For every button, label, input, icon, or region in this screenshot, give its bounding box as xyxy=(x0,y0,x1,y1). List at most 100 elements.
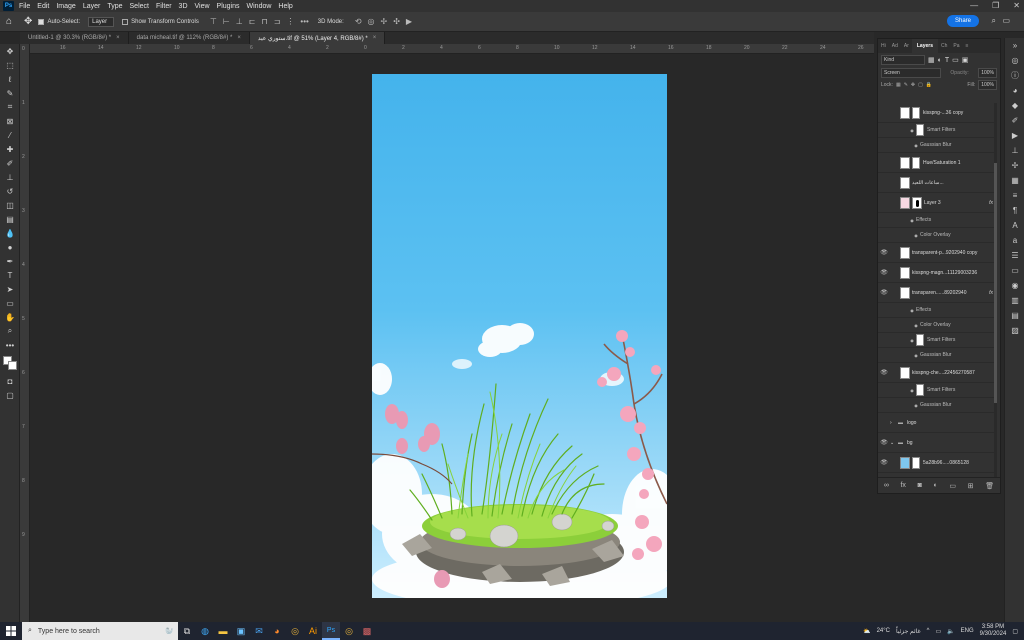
properties-icon[interactable]: ≡ xyxy=(1005,188,1024,203)
effect-eye-icon[interactable]: ◉ xyxy=(912,323,920,328)
visibility-eye-icon[interactable]: 👁 xyxy=(878,127,890,134)
visibility-eye-icon[interactable]: 👁 xyxy=(878,337,890,344)
effect-eye-icon[interactable]: ◉ xyxy=(912,143,920,148)
layer-thumbnail[interactable] xyxy=(900,196,910,209)
notifications-icon[interactable]: ▢ xyxy=(1012,628,1018,635)
illustrator-icon[interactable]: Ai xyxy=(304,622,322,640)
learn-icon[interactable]: ◎ xyxy=(1005,53,1024,68)
layer-group-row[interactable]: 👁 ⌄ ▬ bg xyxy=(878,433,996,453)
layer-mask-thumbnail[interactable] xyxy=(912,156,920,169)
visibility-eye-icon[interactable]: 👁 xyxy=(878,307,890,314)
zoom-tool-icon[interactable]: ⌕ xyxy=(0,324,20,338)
tab-story-eid[interactable]: ستوري عيد.tif @ 51% (Layer 4, RGB/8#) * × xyxy=(249,32,386,44)
layer-row[interactable]: 👁 Layer 3 fx xyxy=(878,193,996,213)
document-canvas[interactable] xyxy=(372,74,667,598)
blur-tool-icon[interactable]: 💧 xyxy=(0,226,20,240)
fx-indicator-icon[interactable]: fx xyxy=(989,200,993,206)
tab-paths[interactable]: Pa xyxy=(950,43,962,49)
layer-effect-row[interactable]: 👁 ◉ Smart Filters xyxy=(878,383,996,398)
3d-icon[interactable]: ◉ xyxy=(1005,278,1024,293)
filter-adjust-icon[interactable]: ◐ xyxy=(938,57,942,64)
firefox-icon[interactable]: ◕ xyxy=(268,622,286,640)
adjustment-layer-icon[interactable]: ◐ xyxy=(933,482,937,489)
adjustments-icon[interactable]: ☰ xyxy=(1005,248,1024,263)
effect-eye-icon[interactable]: ◉ xyxy=(908,128,916,133)
layer-effect-row[interactable]: 👁 ◉Effects xyxy=(878,303,996,318)
menu-type[interactable]: Type xyxy=(107,3,122,10)
visibility-eye-icon[interactable]: 👁 xyxy=(878,159,890,166)
tab-artboards[interactable]: Ar xyxy=(901,43,912,49)
move-tool-icon[interactable]: ✥ xyxy=(0,44,20,58)
visibility-eye-icon[interactable]: 👁 xyxy=(878,199,890,206)
visibility-eye-icon[interactable]: 👁 xyxy=(878,142,890,149)
effect-eye-icon[interactable]: ◉ xyxy=(908,218,916,223)
filter-smart-icon[interactable]: ▣ xyxy=(962,56,969,64)
visibility-eye-icon[interactable]: 👁 xyxy=(878,289,890,296)
weather-temp[interactable]: 24°C xyxy=(877,628,890,634)
visibility-eye-icon[interactable]: 👁 xyxy=(878,322,890,329)
effect-eye-icon[interactable]: ◉ xyxy=(908,388,916,393)
effect-eye-icon[interactable]: ◉ xyxy=(912,353,920,358)
swatches-icon[interactable]: ▦ xyxy=(1005,173,1024,188)
slide-3d-icon[interactable]: ✣ xyxy=(393,17,400,26)
workspace-icon[interactable]: ▭ xyxy=(1002,16,1010,25)
collapse-panels-icon[interactable]: » xyxy=(1005,38,1024,53)
show-transform-checkbox[interactable]: Show Transform Controls xyxy=(122,18,199,25)
hand-tool-icon[interactable]: ✋ xyxy=(0,310,20,324)
minimize-icon[interactable]: — xyxy=(970,1,978,10)
camera-3d-icon[interactable]: ▶ xyxy=(406,17,412,26)
visibility-eye-icon[interactable]: 👁 xyxy=(878,369,890,376)
path-select-tool-icon[interactable]: ➤ xyxy=(0,282,20,296)
effect-eye-icon[interactable]: ◉ xyxy=(912,233,920,238)
crop-tool-icon[interactable]: ⌗ xyxy=(0,100,20,114)
new-group-icon[interactable]: ▭ xyxy=(949,482,956,490)
layer-row[interactable]: 👁 kisspng-che....22456270587 xyxy=(878,363,996,383)
quick-select-tool-icon[interactable]: ✎ xyxy=(0,86,20,100)
layer-row[interactable]: 👁 Hue/Saturation 1 xyxy=(878,153,996,173)
layer-row[interactable]: 👁 ساعات اللعيد... xyxy=(878,173,996,193)
tab-channels[interactable]: Ch xyxy=(938,43,950,49)
align-vcenter-icon[interactable]: ⊢ xyxy=(223,17,230,26)
pen-tool-icon[interactable]: ✒ xyxy=(0,254,20,268)
layer-effect-row[interactable]: 👁 ◉Gaussian Blur xyxy=(878,398,996,413)
layer-effect-row[interactable]: 👁 ◉Effects xyxy=(878,213,996,228)
menu-layer[interactable]: Layer xyxy=(83,3,101,10)
gradient-tool-icon[interactable]: ▤ xyxy=(0,212,20,226)
visibility-eye-icon[interactable]: 👁 xyxy=(878,402,890,409)
fill-input[interactable]: 100% xyxy=(978,80,997,90)
taskbar-search[interactable]: ⌕ Type here to search 🦭 xyxy=(22,622,178,640)
layer-effect-row[interactable]: 👁 ◉Color Overlay xyxy=(878,318,996,333)
layer-effect-row[interactable]: 👁 ◉Gaussian Blur xyxy=(878,138,996,153)
align-right-icon[interactable]: ⊐ xyxy=(274,17,281,26)
tab-data-micheal[interactable]: data micheal.tif @ 112% (RGB/8#) * × xyxy=(129,32,250,44)
align-bottom-icon[interactable]: ⊥ xyxy=(236,17,243,26)
healing-tool-icon[interactable]: ✚ xyxy=(0,142,20,156)
layer-mask-thumbnail[interactable] xyxy=(912,456,920,469)
layer-mask-thumbnail[interactable] xyxy=(912,196,922,209)
weather-text[interactable]: غائم جزئياً xyxy=(896,628,921,635)
store-icon[interactable]: ▣ xyxy=(232,622,250,640)
more-options-icon[interactable]: ••• xyxy=(300,17,308,26)
close-icon[interactable]: ✕ xyxy=(1013,1,1020,10)
libraries-icon[interactable]: ▨ xyxy=(1005,323,1024,338)
gradients-icon[interactable]: ▥ xyxy=(1005,293,1024,308)
group-chevron-icon[interactable]: ⌄ xyxy=(890,440,898,446)
lock-position-icon[interactable]: ✥ xyxy=(911,82,915,88)
layer-effect-row[interactable]: 👁 ◉ Smart Filters xyxy=(878,333,996,348)
edge-icon[interactable]: ◍ xyxy=(196,622,214,640)
filter-mask-thumbnail[interactable] xyxy=(916,124,924,136)
visibility-eye-icon[interactable]: 👁 xyxy=(878,459,890,466)
photoshop-taskbar-icon[interactable]: Ps xyxy=(322,622,340,640)
layer-effect-row[interactable]: 👁 ◉Color Overlay xyxy=(878,228,996,243)
eraser-tool-icon[interactable]: ◫ xyxy=(0,198,20,212)
lasso-tool-icon[interactable]: ℓ xyxy=(0,72,20,86)
menu-select[interactable]: Select xyxy=(130,3,149,10)
windows-start-icon[interactable] xyxy=(0,622,22,640)
tab-adjustments[interactable]: Ad xyxy=(889,43,901,49)
layer-thumbnail[interactable] xyxy=(900,456,910,469)
screen-mode-icon[interactable]: ▢ xyxy=(0,388,20,402)
layer-effect-row[interactable]: 👁 ◉Gaussian Blur xyxy=(878,348,996,363)
layers-scrollbar[interactable] xyxy=(994,103,997,477)
close-icon[interactable]: × xyxy=(116,35,120,41)
home-icon[interactable]: ⌂ xyxy=(6,16,12,27)
